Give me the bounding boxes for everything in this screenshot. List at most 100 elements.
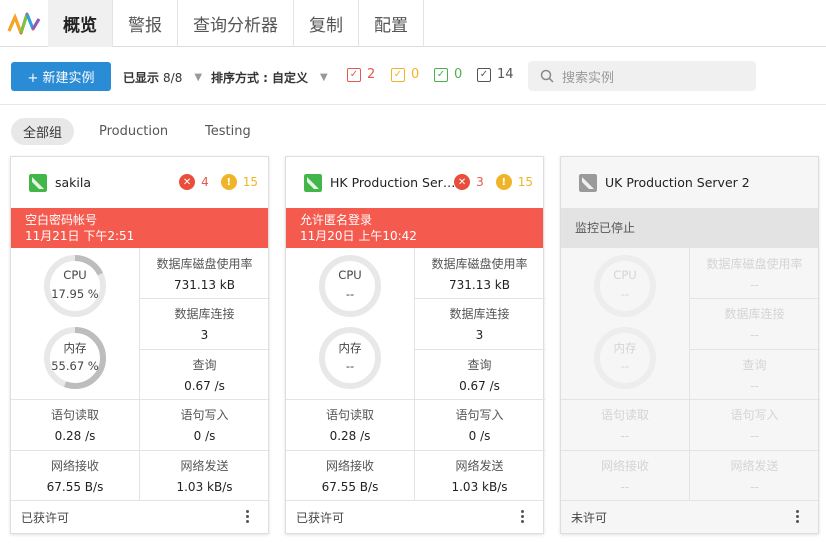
- cpu-value: 17.95 %: [51, 287, 99, 301]
- metric-value: 1.03 kB/s: [176, 480, 233, 494]
- warning-count: 15: [242, 175, 258, 189]
- card-footer: 未许可: [561, 500, 818, 533]
- connections-metric: 数据库连接 --: [689, 298, 820, 349]
- other-check-icon: ✓: [477, 67, 491, 82]
- shown-filter[interactable]: 已显示 8/8 ▼: [123, 69, 202, 86]
- cpu-value: --: [345, 287, 355, 301]
- metric-label: 语句写入: [180, 408, 229, 422]
- connections-metric: 数据库连接 3: [414, 298, 545, 349]
- metric-label: 网络发送: [730, 459, 779, 473]
- memory-gauge: [319, 327, 381, 389]
- warning-icon: !: [220, 174, 237, 190]
- warning-filter[interactable]: ✓ 0: [391, 67, 419, 82]
- alert-badges[interactable]: ✕ 3 ! 15: [454, 174, 533, 190]
- metric-label: 数据库磁盘使用率: [156, 256, 253, 271]
- search-placeholder: 搜索实例: [562, 70, 615, 86]
- critical-count: 2: [367, 67, 376, 82]
- other-count: 14: [497, 67, 514, 82]
- alert-time: 11月20日 上午10:42: [300, 229, 417, 243]
- disk-usage-metric: 数据库磁盘使用率 731.13 kB: [139, 248, 270, 298]
- card-header[interactable]: sakila ✕ 4 ! 15: [11, 157, 268, 208]
- tab-alerts[interactable]: 警报: [113, 0, 178, 47]
- network-send-metric: 网络发送 --: [689, 450, 820, 501]
- ok-filter[interactable]: ✓ 0: [434, 67, 462, 82]
- cpu-label: CPU: [613, 268, 637, 282]
- warning-count: 0: [411, 67, 420, 82]
- search-icon: [540, 69, 554, 83]
- metrics-grid: CPU 17.95 % 内存 55.67 % 数据库磁盘使用率 731.13 k…: [11, 248, 270, 501]
- alert-banner[interactable]: 空白密码帐号 11月21日 下午2:51: [11, 208, 268, 248]
- card-footer: 已获许可: [286, 500, 543, 533]
- instance-card[interactable]: HK Production Serve... ✕ 3 ! 15 允许匿名登录 1…: [285, 156, 545, 534]
- error-count: 3: [476, 175, 484, 189]
- error-icon: ✕: [454, 174, 471, 190]
- toolbar: + 新建实例 已显示 8/8 ▼ 排序方式 : 自定义 ▼ ✓ 2 ✓ 0 ✓ …: [0, 48, 826, 105]
- server-name: sakila: [55, 175, 92, 190]
- statement-reads-metric: 语句读取 0.28 /s: [11, 399, 139, 450]
- memory-label: 内存: [63, 341, 87, 355]
- cpu-gauge: [44, 255, 106, 317]
- more-options-icon[interactable]: [521, 510, 525, 523]
- statement-reads-metric: 语句读取 0.28 /s: [286, 399, 414, 450]
- cpu-gauge: [594, 255, 656, 317]
- metric-label: 网络接收: [325, 459, 374, 473]
- license-status: 已获许可: [296, 510, 345, 525]
- group-tab-all[interactable]: 全部组: [11, 118, 75, 145]
- critical-check-icon: ✓: [347, 67, 361, 82]
- metric-label: 网络接收: [600, 459, 649, 473]
- instance-card[interactable]: UK Production Server 2 监控已停止 CPU -- 内存 -…: [560, 156, 820, 534]
- queries-metric: 查询 0.67 /s: [139, 349, 270, 399]
- tab-overview[interactable]: 概览: [48, 0, 113, 47]
- tab-configuration[interactable]: 配置: [359, 0, 424, 47]
- memory-value: --: [620, 359, 630, 373]
- metrics-grid: CPU -- 内存 -- 数据库磁盘使用率 -- 数据库连接 -- 查询 -- …: [561, 248, 820, 501]
- chevron-down-icon: ▼: [194, 72, 203, 83]
- metric-value: 3: [200, 328, 209, 342]
- metric-label: 语句写入: [455, 408, 504, 422]
- connections-metric: 数据库连接 3: [139, 298, 270, 349]
- metric-value: 3: [475, 328, 484, 342]
- more-options-icon[interactable]: [796, 510, 800, 523]
- app-logo[interactable]: [0, 0, 48, 47]
- alert-badges[interactable]: ✕ 4 ! 15: [179, 174, 258, 190]
- metric-label: 网络接收: [50, 459, 99, 473]
- cpu-value: --: [620, 287, 630, 301]
- warning-icon: !: [495, 174, 512, 190]
- metric-value: 0.28 /s: [54, 429, 96, 443]
- card-footer: 已获许可: [11, 500, 268, 533]
- instance-card[interactable]: sakila ✕ 4 ! 15 空白密码帐号 11月21日 下午2:51 CPU…: [10, 156, 270, 534]
- card-header[interactable]: HK Production Serve... ✕ 3 ! 15: [286, 157, 543, 208]
- server-name: UK Production Server 2: [605, 175, 750, 190]
- memory-gauge: [594, 327, 656, 389]
- search-input[interactable]: 搜索实例: [528, 61, 756, 91]
- alert-title: 允许匿名登录: [300, 213, 373, 227]
- network-send-metric: 网络发送 1.03 kB/s: [414, 450, 545, 501]
- tab-query-analyzer[interactable]: 查询分析器: [178, 0, 294, 47]
- sort-label: 排序方式 :: [211, 71, 268, 85]
- metric-label: 数据库连接: [449, 307, 510, 321]
- group-tab-production[interactable]: Production: [87, 118, 180, 145]
- group-tab-testing[interactable]: Testing: [193, 118, 263, 145]
- other-filter[interactable]: ✓ 14: [477, 67, 514, 82]
- tab-replication[interactable]: 复制: [294, 0, 359, 47]
- sort-dropdown[interactable]: 排序方式 : 自定义 ▼: [211, 69, 328, 86]
- metric-value: 0.67 /s: [459, 378, 500, 393]
- metric-value: 0.28 /s: [329, 429, 371, 443]
- cpu-label: CPU: [338, 268, 362, 282]
- warning-check-icon: ✓: [391, 67, 405, 82]
- metrics-grid: CPU -- 内存 -- 数据库磁盘使用率 731.13 kB 数据库连接 3 …: [286, 248, 545, 501]
- network-receive-metric: 网络接收 67.55 B/s: [11, 450, 139, 501]
- metric-label: 网络发送: [180, 459, 229, 473]
- metric-value: --: [750, 328, 759, 342]
- metric-label: 查询: [192, 357, 217, 372]
- metric-label: 语句写入: [730, 408, 779, 422]
- card-header[interactable]: UK Production Server 2: [561, 157, 818, 208]
- alert-title: 监控已停止: [575, 221, 636, 235]
- more-options-icon[interactable]: [246, 510, 250, 523]
- metric-value: 1.03 kB/s: [451, 480, 508, 494]
- metric-value: --: [620, 480, 630, 494]
- new-instance-button[interactable]: + 新建实例: [11, 62, 111, 91]
- metric-label: 网络发送: [455, 459, 504, 473]
- alert-banner[interactable]: 允许匿名登录 11月20日 上午10:42: [286, 208, 543, 248]
- critical-filter[interactable]: ✓ 2: [347, 67, 375, 82]
